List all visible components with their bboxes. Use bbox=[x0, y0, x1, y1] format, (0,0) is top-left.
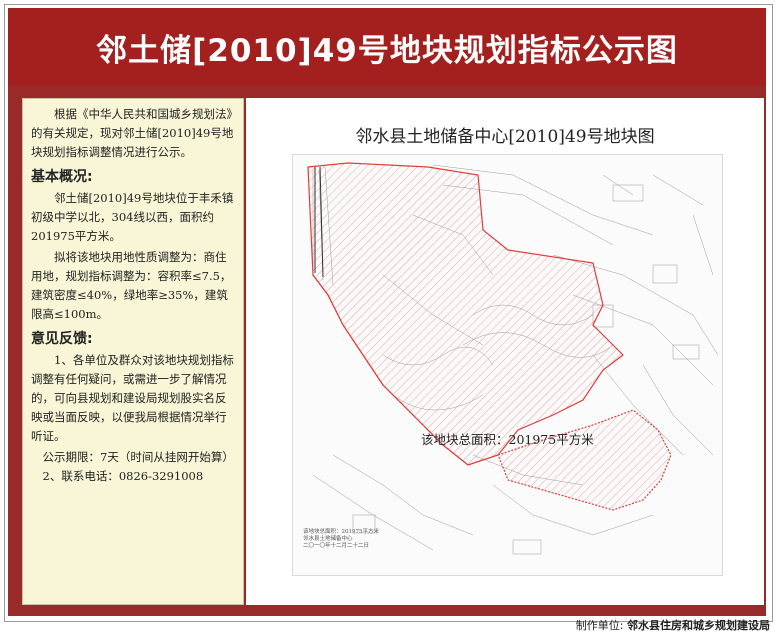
map-legend-note: 该地块总面积：201975平方米 邻水县土地储备中心 二〇一〇年十二月二十二日 bbox=[303, 529, 379, 550]
legend-note-line: 二〇一〇年十二月二十二日 bbox=[303, 543, 370, 549]
footer-org: 邻水县住房和城乡规划建设局 bbox=[627, 619, 770, 632]
feedback-line: 1、各单位及群众对该地块规划指标调整有任何疑问，或需进一步了解情况的，可向县规划… bbox=[31, 353, 234, 443]
parcel-map: 该地块总面积：201975平方米 该地块总面积：201975平方米 邻水县土地储… bbox=[292, 154, 723, 576]
overview-line: 拟将该地块用地性质调整为：商住用地，规划指标调整为：容积率≤7.5，建筑密度≤4… bbox=[31, 250, 232, 321]
footer-label: 制作单位: bbox=[575, 619, 624, 632]
parcel-area-label: 该地块总面积：201975平方米 bbox=[421, 432, 594, 447]
notice-panel: 根据《中华人民共和国城乡规划法》的有关规定，现对邻土储[2010]49号地块规划… bbox=[22, 98, 244, 605]
overview-line: 邻土储[2010]49号地块位于丰禾镇初级中学以北，304线以西，面积约2019… bbox=[31, 191, 234, 243]
notice-intro: 根据《中华人民共和国城乡规划法》的有关规定，现对邻土储[2010]49号地块规划… bbox=[31, 107, 234, 159]
footer-credit: 制作单位: 邻水县住房和城乡规划建设局 bbox=[576, 617, 770, 633]
title-banner: 邻土储[2010]49号地块规划指标公示图 bbox=[8, 8, 766, 86]
map-title: 邻水县土地储备中心[2010]49号地块图 bbox=[355, 127, 655, 147]
map-panel: 邻水县土地储备中心[2010]49号地块图 该地块总面积：201975平方米 该… bbox=[246, 98, 764, 605]
legend-note-line: 该地块总面积：201975平方米 bbox=[303, 529, 379, 535]
feedback-line: 公示期限：7天（时间从挂网开始算） bbox=[42, 450, 234, 464]
legend-note-line: 邻水县土地储备中心 bbox=[303, 536, 353, 542]
parcel-area bbox=[307, 162, 624, 466]
feedback-line: 2、联系电话：0826-3291008 bbox=[42, 469, 204, 483]
overview-heading: 基本概况: bbox=[31, 169, 93, 185]
feedback-heading: 意见反馈: bbox=[31, 331, 93, 347]
parcel-map-svg bbox=[307, 162, 719, 555]
page-title: 邻土储[2010]49号地块规划指标公示图 bbox=[96, 32, 678, 69]
